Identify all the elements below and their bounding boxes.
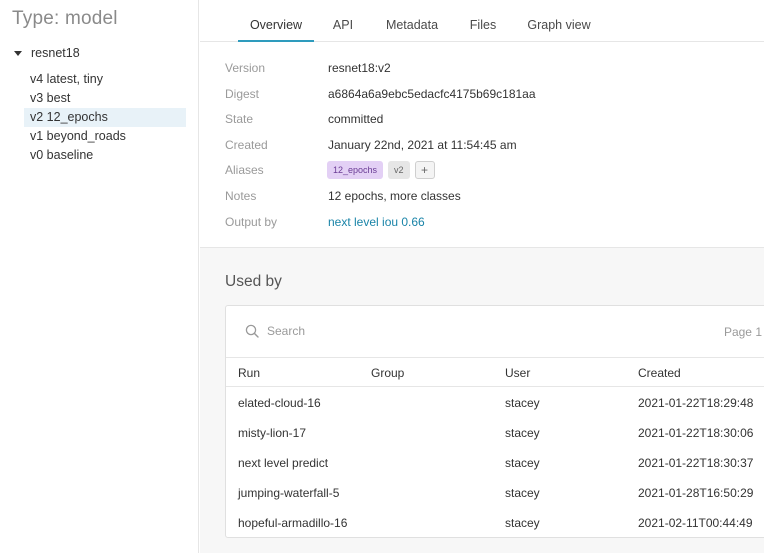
main-panel: Overview API Metadata Files Graph view V… [200, 0, 764, 553]
cell-created: 2021-01-22T18:30:06 [638, 426, 754, 440]
prop-label: Created [225, 137, 268, 152]
cell-run[interactable]: next level predict [238, 456, 328, 470]
prop-state: State committed [225, 109, 745, 135]
table-row[interactable]: next level predict stacey 2021-01-22T18:… [226, 447, 764, 477]
cell-user: stacey [505, 516, 540, 530]
notes-value[interactable]: 12 epochs, more classes [328, 189, 461, 203]
prop-aliases: Aliases 12_epochs v2 + [225, 160, 745, 186]
cell-user: stacey [505, 426, 540, 440]
prop-label: Version [225, 61, 266, 75]
state-value: committed [328, 112, 384, 127]
prop-label: Digest [225, 86, 260, 101]
alias-chip-12-epochs[interactable]: 12_epochs [327, 161, 384, 180]
artifact-details: Version resnet18:v2 Digest a6864a6a9ebc5… [225, 58, 745, 237]
tab-api[interactable]: API [328, 0, 358, 42]
cell-created: 2021-01-22T18:29:48 [638, 396, 754, 410]
cell-created: 2021-02-11T00:44:49 [638, 516, 753, 530]
table-row[interactable]: elated-cloud-16 stacey 2021-01-22T18:29:… [226, 387, 764, 417]
tree-root-resnet18[interactable]: resnet18 [14, 45, 80, 61]
search-bar: Page 1 [226, 306, 764, 357]
add-alias-button[interactable]: + [414, 161, 435, 180]
table-body: elated-cloud-16 stacey 2021-01-22T18:29:… [226, 387, 764, 537]
sidebar: Type: model resnet18 v4 latest, tiny v3 … [0, 0, 199, 553]
search-input[interactable] [267, 321, 467, 341]
created-value: January 22nd, 2021 at 11:54:45 am [328, 137, 517, 152]
tree-root-label: resnet18 [31, 46, 80, 60]
search-icon [245, 324, 259, 338]
prop-output-by: Output by next level iou 0.66 [225, 212, 745, 238]
table-row[interactable]: jumping-waterfall-5 stacey 2021-01-28T16… [226, 477, 764, 507]
prop-version: Version resnet18:v2 [225, 58, 745, 84]
tab-bar: Overview API Metadata Files Graph view [200, 0, 764, 42]
prop-digest: Digest a6864a6a9ebc5edacfc4175b69c181aa [225, 84, 745, 110]
tab-overview[interactable]: Overview [238, 0, 314, 42]
output-by-link[interactable]: next level iou 0.66 [328, 215, 425, 229]
table-header: Run Group User Created [226, 357, 764, 387]
prop-notes: Notes 12 epochs, more classes [225, 186, 745, 212]
version-value: resnet18:v2 [328, 61, 391, 75]
tab-files[interactable]: Files [465, 0, 501, 42]
column-header-created[interactable]: Created [638, 366, 681, 380]
cell-created: 2021-01-22T18:30:37 [638, 456, 754, 470]
app-root: Type: model resnet18 v4 latest, tiny v3 … [0, 0, 764, 553]
used-by-table: Page 1 Run Group User Created elated-clo… [225, 305, 764, 538]
cell-run[interactable]: hopeful-armadillo-16 [238, 516, 347, 530]
prop-label: Aliases [225, 163, 264, 178]
version-item-v1[interactable]: v1 beyond_roads [24, 127, 186, 146]
tab-metadata[interactable]: Metadata [380, 0, 444, 42]
version-item-v3[interactable]: v3 best [24, 89, 186, 108]
table-row[interactable]: hopeful-armadillo-16 stacey 2021-02-11T0… [226, 507, 764, 537]
version-item-v0[interactable]: v0 baseline [24, 146, 186, 165]
cell-created: 2021-01-28T16:50:29 [638, 486, 754, 500]
cell-run[interactable]: jumping-waterfall-5 [238, 486, 339, 500]
cell-run[interactable]: elated-cloud-16 [238, 396, 321, 410]
cell-user: stacey [505, 456, 540, 470]
prop-label: State [225, 112, 254, 127]
used-by-title: Used by [225, 273, 282, 290]
cell-run[interactable]: misty-lion-17 [238, 426, 306, 440]
tab-graph-view[interactable]: Graph view [523, 0, 595, 42]
version-item-v2[interactable]: v2 12_epochs [24, 108, 186, 127]
table-row[interactable]: misty-lion-17 stacey 2021-01-22T18:30:06 [226, 417, 764, 447]
column-header-group[interactable]: Group [371, 366, 404, 380]
version-item-v4[interactable]: v4 latest, tiny [24, 70, 186, 89]
prop-label: Notes [225, 188, 257, 203]
alias-list: 12_epochs v2 + [327, 161, 435, 180]
version-list: v4 latest, tiny v3 best v2 12_epochs v1 … [24, 70, 186, 165]
sidebar-title: Type: model [12, 8, 118, 29]
alias-chip-v2[interactable]: v2 [388, 161, 410, 180]
cell-user: stacey [505, 486, 540, 500]
page-indicator: Page 1 [723, 325, 762, 339]
digest-value: a6864a6a9ebc5edacfc4175b69c181aa [328, 86, 536, 101]
caret-down-icon[interactable] [14, 50, 22, 56]
cell-user: stacey [505, 396, 540, 410]
prop-label: Output by [225, 214, 278, 229]
column-header-run[interactable]: Run [238, 366, 260, 380]
column-header-user[interactable]: User [505, 366, 530, 380]
prop-created: Created January 22nd, 2021 at 11:54:45 a… [225, 135, 745, 161]
